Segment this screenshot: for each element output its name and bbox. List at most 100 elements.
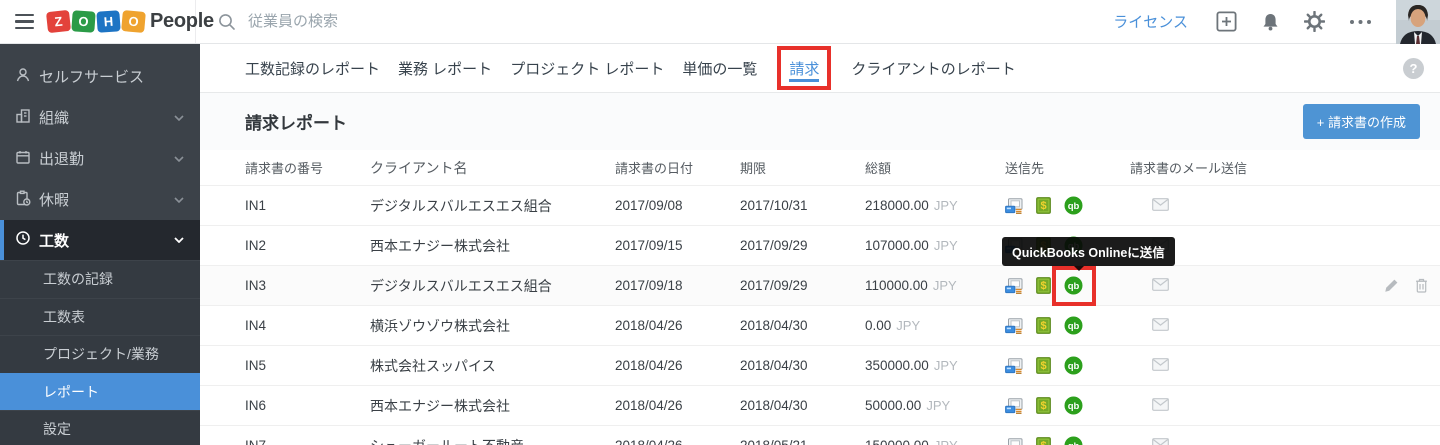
device-icon[interactable] bbox=[1005, 317, 1023, 334]
sidebar: セルフサービス 組織 出退勤 休暇 工数 工数の記録 工数表 プロジェクト/業務… bbox=[0, 44, 200, 445]
organization-icon bbox=[15, 108, 31, 128]
edit-pencil-icon[interactable] bbox=[1384, 278, 1399, 293]
search-icon bbox=[218, 13, 236, 31]
sidebar-item-attendance[interactable]: 出退勤 bbox=[0, 138, 200, 179]
mail-envelope-icon[interactable] bbox=[1152, 277, 1169, 291]
zoho-books-icon[interactable]: $ bbox=[1036, 277, 1051, 294]
total-amount: 350000.00 JPY bbox=[865, 358, 1005, 373]
invoice-number: IN3 bbox=[245, 278, 267, 293]
quickbooks-icon[interactable]: qb bbox=[1064, 276, 1083, 295]
table-row[interactable]: IN5 株式会社スッパイス 2018/04/26 2018/04/30 3500… bbox=[200, 345, 1440, 385]
mail-envelope-icon[interactable] bbox=[1152, 437, 1169, 445]
mail-envelope-icon[interactable] bbox=[1152, 197, 1169, 211]
sidebar-item-leave[interactable]: 休暇 bbox=[0, 179, 200, 220]
invoice-number: IN6 bbox=[245, 398, 267, 413]
tab-job-report[interactable]: 業務 レポート bbox=[398, 58, 492, 79]
tooltip-quickbooks: QuickBooks Onlineに送信 bbox=[1002, 237, 1175, 271]
col-invoice-date: 請求書の日付 bbox=[615, 161, 694, 176]
device-icon[interactable] bbox=[1005, 437, 1023, 445]
hamburger-menu-icon[interactable] bbox=[15, 13, 34, 30]
currency-label: JPY bbox=[933, 238, 958, 253]
license-link[interactable]: ライセンス bbox=[1113, 11, 1188, 32]
sidebar-item-organization[interactable]: 組織 bbox=[0, 97, 200, 138]
table-row[interactable]: IN2 西本エナジー株式会社 2017/09/15 2017/09/29 107… bbox=[200, 225, 1440, 265]
device-icon[interactable] bbox=[1005, 397, 1023, 414]
mail-envelope-icon[interactable] bbox=[1152, 357, 1169, 371]
submenu-item-time-logs[interactable]: 工数の記録 bbox=[0, 260, 200, 298]
table-row[interactable]: IN3 デジタルスバルエスエス組合 2017/09/18 2017/09/29 … bbox=[200, 237, 1440, 306]
submenu-item-settings[interactable]: 設定 bbox=[0, 410, 200, 445]
row-actions bbox=[1384, 278, 1440, 293]
invoice-number: IN7 bbox=[245, 438, 370, 445]
submenu-item-reports[interactable]: レポート bbox=[0, 372, 200, 410]
col-invoice-number: 請求書の番号 bbox=[245, 161, 324, 176]
currency-label: JPY bbox=[932, 278, 957, 293]
zoho-people-logo[interactable]: ZOHO People bbox=[45, 9, 214, 34]
quickbooks-icon[interactable]: qb bbox=[1064, 356, 1083, 375]
col-send-to: 送信先 bbox=[1005, 161, 1045, 176]
due-date: 2017/09/29 bbox=[740, 238, 808, 253]
table-row[interactable]: IN6 西本エナジー株式会社 2018/04/26 2018/04/30 500… bbox=[200, 385, 1440, 425]
quickbooks-icon[interactable]: qb bbox=[1064, 396, 1083, 415]
svg-text:qb: qb bbox=[1068, 201, 1080, 212]
tab-rate-list[interactable]: 単価の一覧 bbox=[682, 58, 757, 79]
user-avatar[interactable] bbox=[1396, 0, 1440, 44]
due-date: 2017/10/31 bbox=[740, 198, 808, 213]
device-icon[interactable] bbox=[1005, 197, 1023, 214]
due-date: 2017/09/29 bbox=[740, 278, 808, 293]
mail-envelope-icon[interactable] bbox=[1152, 397, 1169, 411]
amount-value: 218000.00 bbox=[865, 198, 929, 213]
col-invoice-mail: 請求書のメール送信 bbox=[1130, 161, 1248, 176]
svg-text:$: $ bbox=[1040, 200, 1046, 212]
col-client-name: クライアント名 bbox=[370, 159, 468, 176]
delete-trash-icon[interactable] bbox=[1415, 278, 1428, 293]
table-row[interactable]: IN7 シューガールート不動産 2018/04/26 2018/05/21 15… bbox=[200, 425, 1440, 445]
top-actions: ライセンス bbox=[1113, 0, 1440, 44]
currency-label: JPY bbox=[933, 198, 958, 213]
submenu-item-projects-jobs[interactable]: プロジェクト/業務 bbox=[0, 335, 200, 373]
amount-value: 110000.00 bbox=[865, 278, 928, 293]
quickbooks-icon[interactable]: qb bbox=[1064, 316, 1083, 335]
tab-client-report[interactable]: クライアントのレポート bbox=[851, 58, 1015, 79]
zoho-books-icon[interactable]: $ bbox=[1036, 357, 1051, 374]
svg-text:qb: qb bbox=[1068, 281, 1080, 292]
timesheet-submenu: 工数の記録 工数表 プロジェクト/業務 レポート 設定 bbox=[0, 260, 200, 445]
client-name: 株式会社スッパイス bbox=[370, 357, 496, 374]
help-icon[interactable]: ? bbox=[1403, 58, 1424, 79]
search-input[interactable] bbox=[248, 13, 668, 30]
zoho-books-icon[interactable]: $ bbox=[1036, 197, 1051, 214]
notifications-bell-icon[interactable] bbox=[1261, 12, 1280, 32]
sidebar-item-self-service[interactable]: セルフサービス bbox=[0, 56, 200, 97]
device-icon[interactable] bbox=[1005, 277, 1023, 294]
tab-project-report[interactable]: プロジェクト レポート bbox=[510, 58, 664, 79]
settings-gear-icon[interactable] bbox=[1304, 11, 1325, 32]
invoice-mail-cell bbox=[1130, 277, 1300, 294]
tab-time-log-report[interactable]: 工数記録のレポート bbox=[245, 58, 380, 79]
create-invoice-button[interactable]: + 請求書の作成 bbox=[1302, 104, 1420, 139]
submenu-item-timesheets[interactable]: 工数表 bbox=[0, 297, 200, 336]
mail-envelope-icon[interactable] bbox=[1152, 317, 1169, 331]
zoho-books-icon[interactable]: $ bbox=[1036, 317, 1051, 334]
sidebar-item-timesheet[interactable]: 工数 bbox=[0, 220, 200, 260]
more-ellipsis-icon[interactable] bbox=[1349, 19, 1372, 25]
table-row[interactable]: IN1 デジタルスバルエスエス組合 2017/09/08 2017/10/31 … bbox=[200, 185, 1440, 225]
table-row[interactable]: IN4 横浜ゾウゾウ株式会社 2018/04/26 2018/04/30 0.0… bbox=[200, 305, 1440, 345]
quickbooks-icon[interactable]: qb bbox=[1064, 196, 1083, 215]
title-row: 請求レポート + 請求書の作成 bbox=[200, 93, 1440, 150]
total-amount: 0.00 JPY bbox=[865, 318, 1005, 333]
attendance-calendar-icon bbox=[15, 149, 31, 169]
brand-zone: ZOHO People bbox=[0, 0, 214, 43]
svg-text:qb: qb bbox=[1068, 361, 1080, 372]
quickbooks-icon[interactable]: qb bbox=[1064, 436, 1083, 445]
send-to-cell: $ qb bbox=[1005, 196, 1130, 215]
leave-clipboard-icon bbox=[15, 190, 31, 210]
zoho-books-icon[interactable]: $ bbox=[1036, 397, 1051, 414]
person-icon bbox=[15, 67, 31, 87]
zoho-books-icon[interactable]: $ bbox=[1036, 437, 1051, 445]
device-icon[interactable] bbox=[1005, 357, 1023, 374]
tab-invoice[interactable]: 請求 bbox=[789, 58, 819, 79]
add-plus-box-icon[interactable] bbox=[1216, 11, 1237, 32]
top-bar: ZOHO People ライセンス bbox=[0, 0, 1440, 44]
report-tabs: 工数記録のレポート 業務 レポート プロジェクト レポート 単価の一覧 請求 ク… bbox=[200, 44, 1440, 93]
invoice-table-body: IN1 デジタルスバルエスエス組合 2017/09/08 2017/10/31 … bbox=[200, 185, 1440, 445]
